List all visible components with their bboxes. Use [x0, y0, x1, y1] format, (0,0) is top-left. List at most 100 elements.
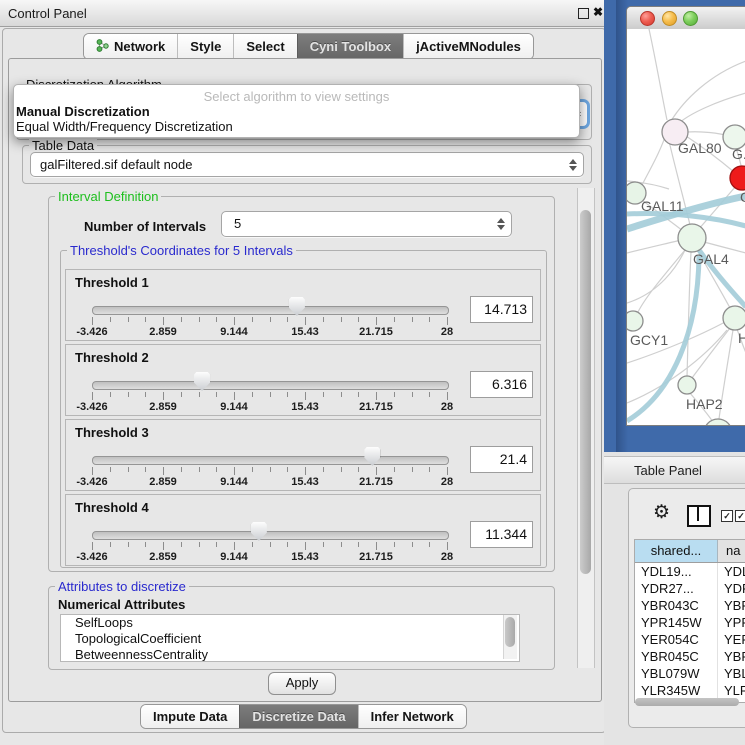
slider-tick	[305, 542, 306, 550]
checkbox-checked-icon[interactable]: ✓	[735, 510, 745, 522]
threshold-value-field[interactable]: 6.316	[470, 371, 533, 398]
slider-track[interactable]	[92, 306, 449, 315]
app: Control Panel ✖ Network Style Select	[0, 0, 745, 745]
slider-tick	[358, 392, 359, 397]
column-header-shared-name[interactable]: shared...	[635, 540, 718, 562]
numerical-attributes-list[interactable]: SelfLoopsTopologicalCoefficientBetweenne…	[60, 614, 520, 662]
slider-tick-label: 21.715	[359, 476, 393, 488]
threshold-value-field[interactable]: 11.344	[470, 521, 533, 548]
tab-network-label: Network	[114, 39, 165, 54]
slider-tick	[163, 392, 164, 400]
attributes-scrollbar-thumb[interactable]	[505, 617, 515, 647]
slider-tick-label: -3.426	[76, 326, 107, 338]
slider-tick-label: 15.43	[291, 476, 319, 488]
slider-tick	[287, 542, 288, 547]
slider-tick	[92, 467, 93, 475]
threshold-value-field[interactable]: 21.4	[470, 446, 533, 473]
checkbox-checked-icon[interactable]: ✓	[721, 510, 733, 522]
columns-icon[interactable]	[687, 505, 711, 527]
thresholds-container: Threshold's Coordinates for 5 Intervals …	[60, 250, 547, 568]
tab-jactivemnodules[interactable]: jActiveMNodules	[403, 34, 533, 59]
network-edge[interactable]	[671, 61, 745, 121]
gear-icon[interactable]: ⚙	[653, 503, 670, 522]
table-row[interactable]: YPR145WYPR1	[635, 614, 745, 631]
attribute-item[interactable]: SelfLoops	[61, 615, 519, 631]
slider-tick-label: 2.859	[149, 476, 177, 488]
minimize-traffic-light-icon[interactable]	[662, 11, 677, 26]
panel-title: Control Panel	[8, 6, 87, 21]
network-node[interactable]	[704, 419, 732, 425]
numerical-attributes-label: Numerical Attributes	[58, 597, 185, 612]
network-canvas[interactable]: GAL80G.CGAL11GAL4GCY1HHAP2	[627, 29, 745, 425]
network-edge[interactable]	[649, 29, 667, 120]
tab-cyni-toolbox[interactable]: Cyni Toolbox	[297, 34, 403, 59]
slider-tick	[110, 542, 111, 547]
table-horizontal-scrollbar[interactable]	[635, 698, 739, 706]
dropdown-option-equal-width[interactable]: Equal Width/Frequency Discretization	[16, 119, 233, 134]
threshold-slider[interactable]: -3.4262.8599.14415.4321.71528	[92, 270, 447, 340]
table-data-combobox[interactable]: galFiltered.sif default node	[30, 152, 584, 177]
slider-track[interactable]	[92, 381, 449, 390]
table-row[interactable]: YDL19...YDL1	[635, 563, 745, 580]
table-row[interactable]: YBR043CYBR0	[635, 597, 745, 614]
dropdown-placeholder-item[interactable]: Select algorithm to view settings	[14, 89, 579, 104]
network-graph: GAL80G.CGAL11GAL4GCY1HHAP2	[627, 29, 745, 425]
slider-track[interactable]	[92, 456, 449, 465]
cell-name: YBR0	[718, 648, 745, 665]
column-header-name[interactable]: na	[718, 540, 745, 562]
slider-tick-label: -3.426	[76, 476, 107, 488]
network-edge[interactable]	[641, 131, 667, 187]
network-edge[interactable]	[627, 240, 681, 253]
network-edge[interactable]	[637, 250, 685, 314]
slider-tick	[216, 317, 217, 322]
cell-name: YDL1	[718, 563, 745, 580]
tab-discretize-data[interactable]: Discretize Data	[239, 705, 357, 728]
slider-tick	[199, 317, 200, 322]
slider-tick	[429, 317, 430, 322]
node-table[interactable]: shared... na YDL19...YDL1YDR27...YDR2YBR…	[634, 539, 745, 703]
network-node[interactable]	[627, 311, 643, 331]
network-node[interactable]	[678, 224, 706, 252]
attribute-item[interactable]: TopologicalCoefficient	[61, 631, 519, 647]
cell-name: YBR0	[718, 597, 745, 614]
slider-tick	[252, 317, 253, 322]
network-node[interactable]	[730, 166, 745, 190]
table-row[interactable]: YLR345WYLR3	[635, 682, 745, 699]
dropdown-option-manual[interactable]: Manual Discretization	[16, 104, 150, 119]
table-panel-titlebar: Table Panel	[604, 456, 745, 484]
slider-tick	[234, 317, 235, 325]
network-edge[interactable]	[627, 250, 685, 303]
apply-button[interactable]: Apply	[268, 672, 336, 695]
table-row[interactable]: YER054CYER0	[635, 631, 745, 648]
tab-impute-data[interactable]: Impute Data	[141, 705, 239, 728]
number-of-intervals-combobox[interactable]: 5	[221, 211, 512, 237]
zoom-traffic-light-icon[interactable]	[683, 11, 698, 26]
threshold-row: Threshold 1-3.4262.8599.14415.4321.71528…	[65, 269, 541, 341]
attribute-item[interactable]: BetweennessCentrality	[61, 647, 519, 662]
tab-style[interactable]: Style	[177, 34, 233, 59]
table-row[interactable]: YBL079WYBL0	[635, 665, 745, 682]
slider-track[interactable]	[92, 531, 449, 540]
slider-tick	[181, 392, 182, 397]
table-header: shared... na	[635, 540, 745, 563]
tab-network[interactable]: Network	[84, 34, 177, 59]
network-node[interactable]	[723, 306, 745, 330]
threshold-value-field[interactable]: 14.713	[470, 296, 533, 323]
number-of-intervals-label: Number of Intervals	[84, 219, 206, 234]
float-window-icon[interactable]	[578, 8, 589, 19]
slider-tick	[323, 317, 324, 322]
slider-tick	[234, 392, 235, 400]
table-row[interactable]: YDR27...YDR2	[635, 580, 745, 597]
cell-name: YLR3	[718, 682, 745, 699]
close-icon[interactable]: ✖	[593, 5, 603, 19]
threshold-slider[interactable]: -3.4262.8599.14415.4321.71528	[92, 495, 447, 565]
network-node[interactable]	[678, 376, 696, 394]
threshold-slider[interactable]: -3.4262.8599.14415.4321.71528	[92, 420, 447, 490]
threshold-slider[interactable]: -3.4262.8599.14415.4321.71528	[92, 345, 447, 415]
tab-select[interactable]: Select	[233, 34, 296, 59]
table-data-title: Table Data	[29, 138, 97, 153]
table-row[interactable]: YBR045CYBR0	[635, 648, 745, 665]
panel-scrollbar-thumb[interactable]	[580, 210, 591, 574]
tab-infer-network[interactable]: Infer Network	[358, 705, 466, 728]
close-traffic-light-icon[interactable]	[640, 11, 655, 26]
